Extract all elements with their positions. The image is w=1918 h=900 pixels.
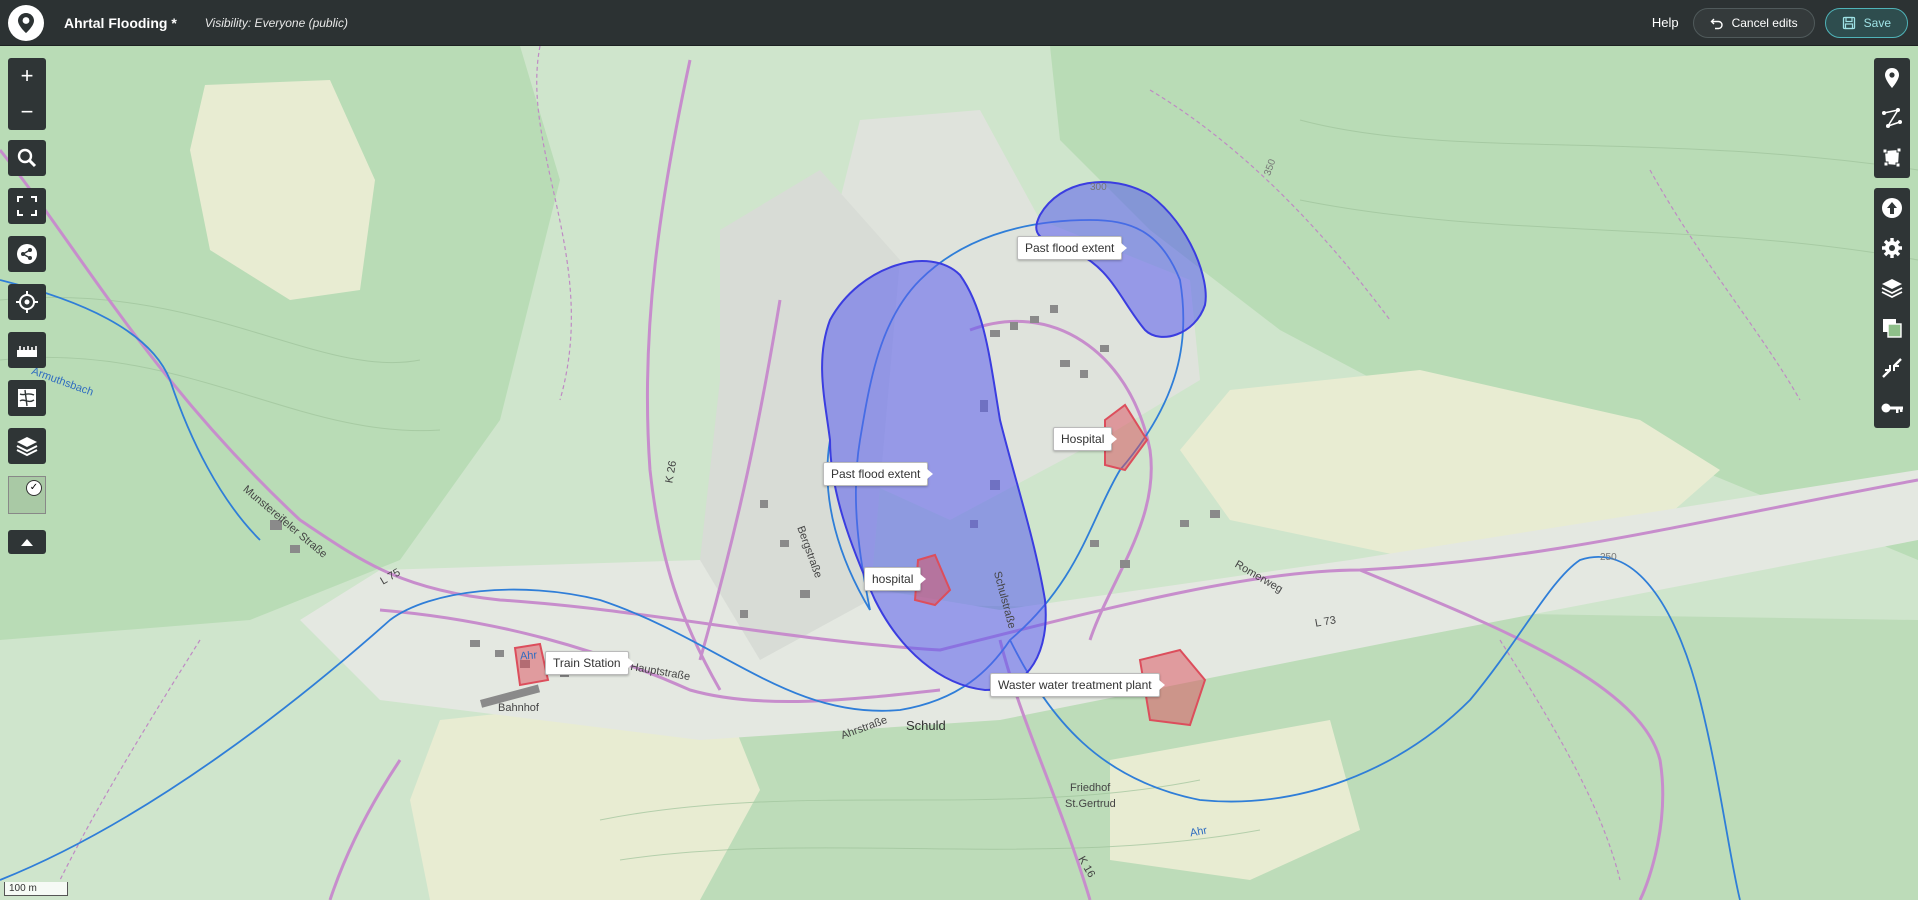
caret-up-icon <box>21 539 33 546</box>
locate-button[interactable] <box>8 284 46 320</box>
place-label-bahnhof: Bahnhof <box>498 702 539 714</box>
layers-button[interactable] <box>8 428 46 464</box>
train-station-label[interactable]: Train Station <box>545 651 634 675</box>
search-icon <box>17 148 37 168</box>
save-label: Save <box>1863 15 1891 30</box>
map-title[interactable]: Ahrtal Flooding * <box>64 15 177 31</box>
measure-icon <box>17 346 37 357</box>
draw-marker-button[interactable] <box>1874 58 1910 98</box>
more-controls-button[interactable] <box>8 530 46 554</box>
plus-icon: + <box>20 63 34 88</box>
check-icon: ✓ <box>26 480 42 496</box>
measure-button[interactable] <box>8 332 46 368</box>
draw-toolbar <box>1874 58 1910 178</box>
tilelayer-icon <box>1883 319 1902 338</box>
share-icon <box>17 244 37 264</box>
minimap-icon <box>18 389 36 407</box>
upload-icon <box>1882 198 1902 218</box>
basemap <box>0 46 1918 900</box>
place-label-schuld: Schuld <box>906 718 946 733</box>
scale-bar: 100 m <box>4 882 68 896</box>
settings-toolbar <box>1874 188 1910 428</box>
search-button[interactable] <box>8 140 46 176</box>
hospital-upper-label[interactable]: Hospital <box>1053 427 1118 451</box>
minimap-control <box>8 380 46 416</box>
key-icon <box>1881 403 1903 413</box>
tilelayer-switcher[interactable]: ✓ <box>8 476 46 514</box>
map-settings-button[interactable] <box>1874 228 1910 268</box>
manage-layers-button[interactable] <box>1874 268 1910 308</box>
cancel-edits-label: Cancel edits <box>1731 15 1798 30</box>
help-link[interactable]: Help <box>1652 15 1679 30</box>
contour-label-250: 250 <box>1600 552 1617 563</box>
hospital-lower-label[interactable]: hospital <box>864 567 927 591</box>
river-label-ahr: Ahr <box>519 649 538 663</box>
marker-icon <box>1885 68 1899 88</box>
fullscreen-icon <box>17 196 37 216</box>
fullscreen-button[interactable] <box>8 188 46 224</box>
umap-logo-icon[interactable] <box>8 4 44 41</box>
fullscreen-control <box>8 188 46 224</box>
locate-control <box>8 284 46 320</box>
layers-icon <box>1881 279 1903 299</box>
zoom-control: + − <box>8 58 46 130</box>
place-label-st-gertrud: St.Gertrud <box>1065 798 1116 810</box>
contour-label-300: 300 <box>1090 182 1107 193</box>
place-label-friedhof: Friedhof <box>1070 782 1111 794</box>
layers-icon <box>16 437 38 457</box>
cancel-edits-button[interactable]: Cancel edits <box>1692 7 1815 38</box>
minus-icon: − <box>20 99 34 124</box>
center-zoom-button[interactable] <box>1874 348 1910 388</box>
map-canvas[interactable]: Ahr Ahr L 73 L 75 K 26 K 16 Hauptstraße … <box>0 46 1918 900</box>
undo-icon <box>1710 18 1723 29</box>
zoom-out-button[interactable]: − <box>8 94 46 130</box>
change-tilelayer-button[interactable] <box>1874 308 1910 348</box>
zoom-in-button[interactable]: + <box>8 58 46 94</box>
permissions-button[interactable] <box>1874 388 1910 428</box>
save-button[interactable]: Save <box>1824 7 1908 38</box>
import-button[interactable] <box>1874 188 1910 228</box>
water-plant-label[interactable]: Waster water treatment plant <box>990 673 1165 697</box>
draw-line-button[interactable] <box>1874 98 1910 138</box>
flood-extent-main-label[interactable]: Past flood extent <box>823 462 934 486</box>
share-button[interactable] <box>8 236 46 272</box>
merge-icon <box>1882 358 1902 378</box>
visibility-status[interactable]: Visibility: Everyone (public) <box>205 16 348 30</box>
layers-control <box>8 428 46 464</box>
polygon-icon <box>1882 147 1902 168</box>
locate-icon <box>16 291 38 313</box>
top-bar: Ahrtal Flooding * Visibility: Everyone (… <box>0 0 1918 46</box>
line-icon <box>1882 108 1902 128</box>
search-control <box>8 140 46 176</box>
draw-polygon-button[interactable] <box>1874 138 1910 178</box>
gear-icon <box>1882 238 1902 258</box>
measure-control <box>8 332 46 368</box>
minimap-button[interactable] <box>8 380 46 416</box>
save-icon <box>1842 16 1855 29</box>
flood-extent-north-label[interactable]: Past flood extent <box>1017 236 1128 260</box>
share-control <box>8 236 46 272</box>
